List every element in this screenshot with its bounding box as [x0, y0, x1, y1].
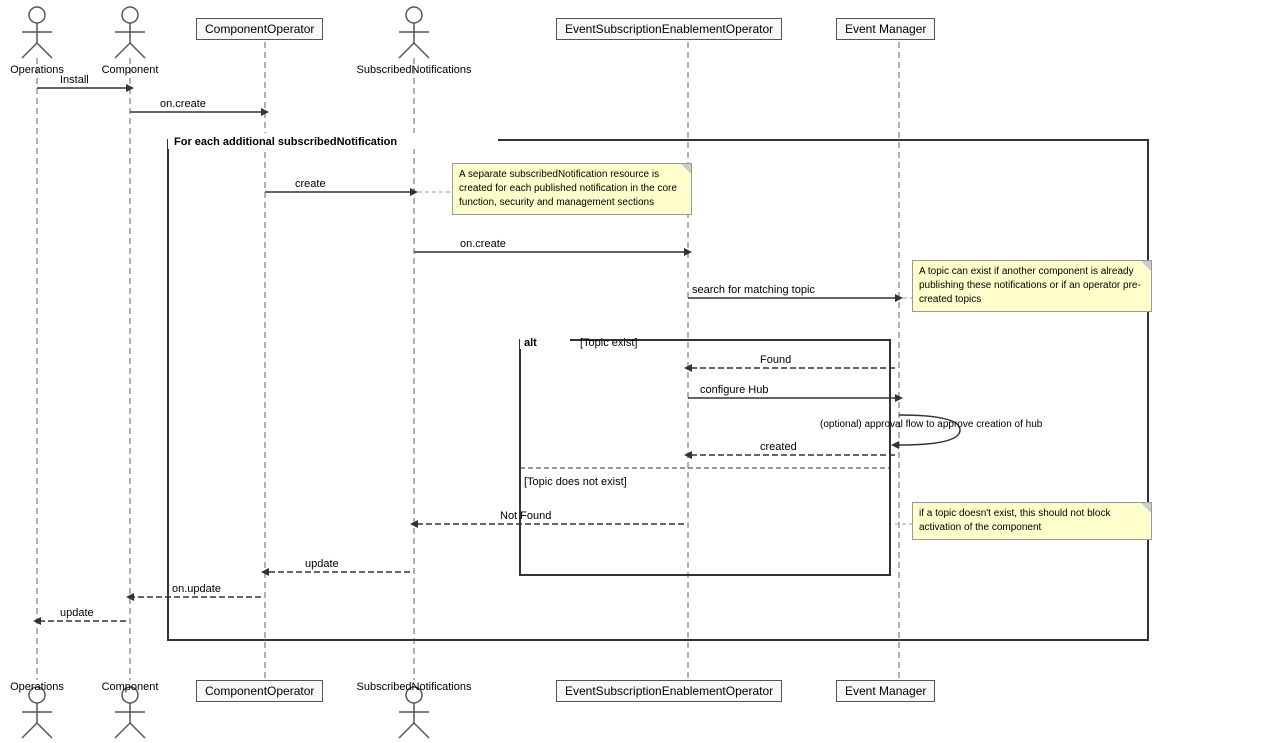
svg-text:created: created	[760, 441, 797, 453]
svg-text:Operations: Operations	[10, 681, 64, 693]
svg-text:search for matching topic: search for matching topic	[692, 284, 815, 296]
note-topicExist: A topic can exist if another component i…	[912, 260, 1152, 312]
svg-text:[Topic exist]: [Topic exist]	[580, 337, 637, 349]
svg-text:on.create: on.create	[160, 98, 206, 110]
svg-text:on.create: on.create	[460, 238, 506, 250]
note-subscribedNotification: A separate subscribedNotification resour…	[452, 163, 692, 215]
svg-text:Install: Install	[60, 74, 89, 86]
svg-text:Found: Found	[760, 354, 791, 366]
participant-eventSubscription-bottom: EventSubscriptionEnablementOperator	[556, 680, 782, 702]
svg-text:Not Found: Not Found	[500, 510, 551, 522]
svg-text:(optional) approval flow to ap: (optional) approval flow to approve crea…	[820, 419, 1043, 430]
participant-componentOperator-bottom: ComponentOperator	[196, 680, 323, 702]
participant-eventManager-bottom: Event Manager	[836, 680, 935, 702]
svg-text:on.update: on.update	[172, 583, 221, 595]
note-topicNotExist: if a topic doesn't exist, this should no…	[912, 502, 1152, 540]
svg-text:alt: alt	[524, 337, 537, 349]
svg-text:SubscribedNotifications: SubscribedNotifications	[357, 64, 472, 76]
svg-text:For each additional subscribed: For each additional subscribedNotificati…	[174, 136, 397, 148]
svg-text:SubscribedNotifications: SubscribedNotifications	[357, 681, 472, 693]
svg-text:[Topic does not exist]: [Topic does not exist]	[524, 476, 627, 488]
svg-text:update: update	[60, 607, 94, 619]
participant-componentOperator-top: ComponentOperator	[196, 18, 323, 40]
svg-text:Component: Component	[102, 64, 159, 76]
svg-text:Operations: Operations	[10, 64, 64, 76]
svg-text:create: create	[295, 178, 326, 190]
sequence-diagram: For each additional subscribedNotificati…	[0, 0, 1281, 743]
svg-text:update: update	[305, 558, 339, 570]
svg-text:configure Hub: configure Hub	[700, 384, 769, 396]
svg-text:Component: Component	[102, 681, 159, 693]
diagram-svg: For each additional subscribedNotificati…	[0, 0, 1281, 743]
participant-eventSubscription-top: EventSubscriptionEnablementOperator	[556, 18, 782, 40]
participant-eventManager-top: Event Manager	[836, 18, 935, 40]
